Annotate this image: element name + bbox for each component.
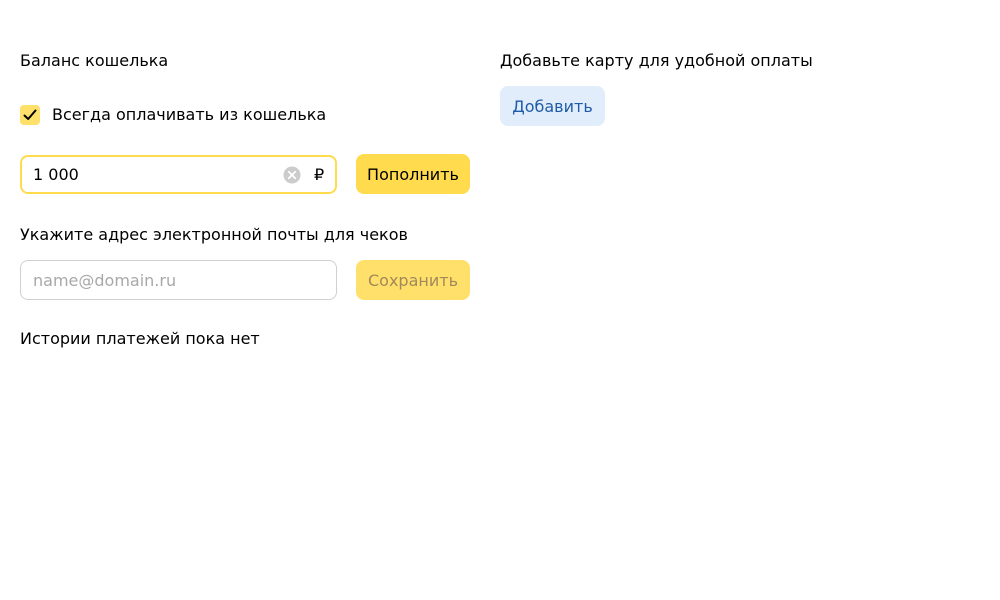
currency-symbol: ₽ [314,165,325,184]
add-card-title: Добавьте карту для удобной оплаты [500,51,813,70]
payment-history-empty: Истории платежей пока нет [20,329,260,348]
add-card-button[interactable]: Добавить [500,86,605,126]
always-pay-label[interactable]: Всегда оплачивать из кошелька [52,105,326,125]
wallet-balance-title: Баланс кошелька [20,51,169,70]
receipts-email-title: Укажите адрес электронной почты для чеко… [20,225,408,244]
amount-value[interactable]: 1 000 [33,157,79,192]
clear-icon[interactable] [283,166,301,184]
save-button[interactable]: Сохранить [356,260,470,300]
always-pay-checkbox[interactable] [20,105,40,125]
amount-input[interactable]: 1 000 ₽ [20,155,337,194]
email-input[interactable] [20,260,337,300]
topup-button[interactable]: Пополнить [356,154,470,194]
checkmark-icon [23,109,37,120]
